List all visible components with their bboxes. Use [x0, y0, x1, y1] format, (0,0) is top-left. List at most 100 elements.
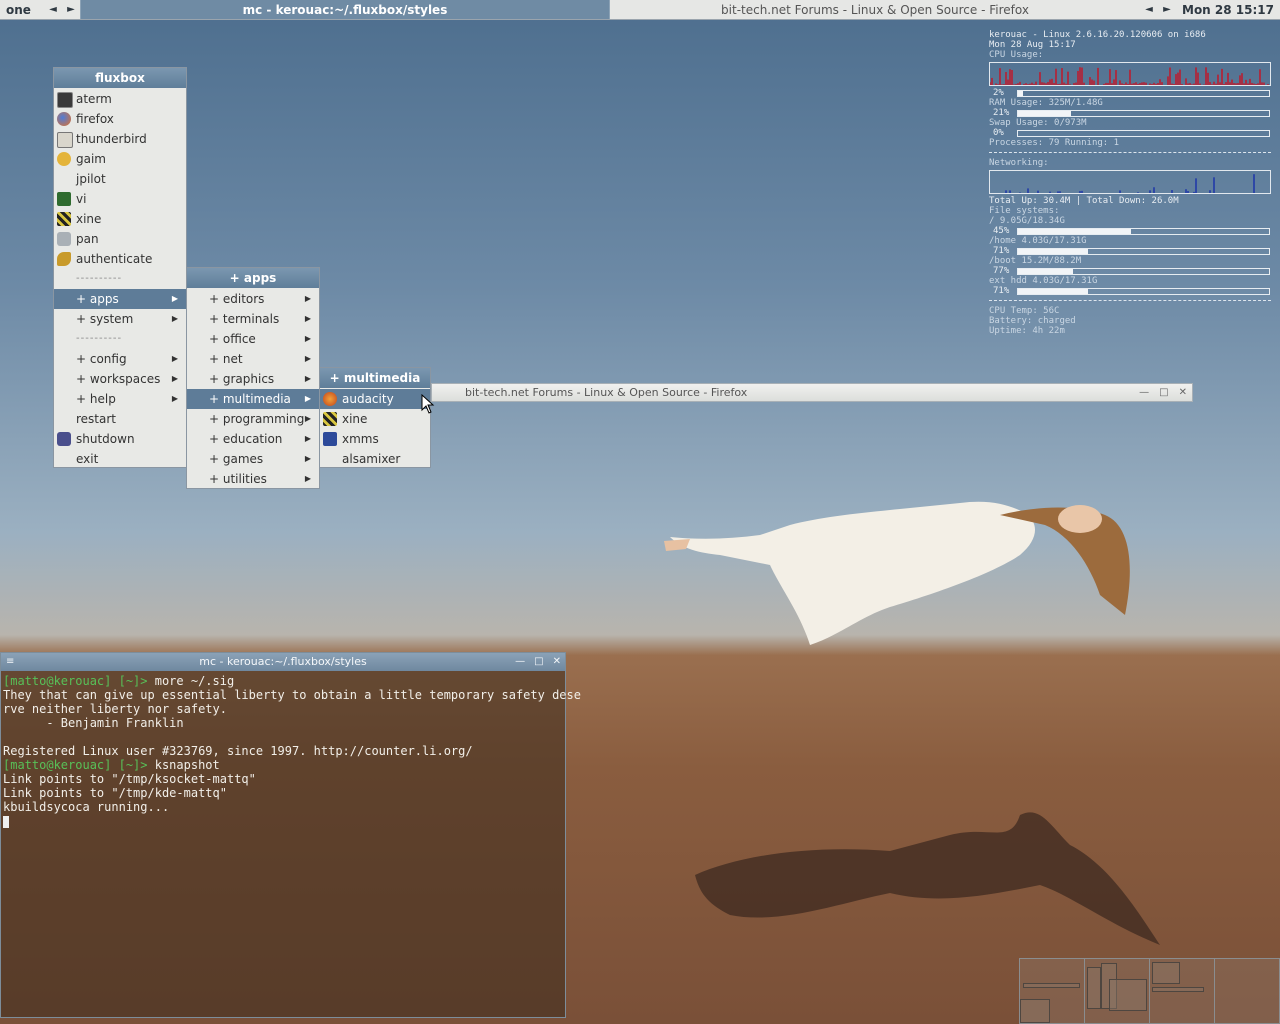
conky-net-label: Networking:	[989, 158, 1049, 168]
terminal-cursor-line	[3, 814, 563, 828]
conky-net-graph	[989, 170, 1271, 194]
menu-item-firefox-label: firefox	[76, 112, 114, 126]
conky-ram-row: 21%	[989, 108, 1271, 118]
submenu-arrow-icon: ▶	[171, 374, 178, 383]
terminal-line: They that can give up essential liberty …	[3, 688, 581, 702]
menu-item-jpilot-label: jpilot	[76, 172, 106, 186]
menu-item-aterm[interactable]: aterm	[54, 89, 186, 109]
menu-item-xine-mm-label: xine	[342, 412, 368, 426]
menu-item-education[interactable]: + education ▶	[187, 429, 319, 449]
menu-item-thunderbird[interactable]: thunderbird	[54, 129, 186, 149]
terminal-title: mc - kerouac:~/.fluxbox/styles	[199, 655, 367, 668]
menu-item-xine-mm[interactable]: xine	[320, 409, 430, 429]
pager-workspace-2[interactable]	[1085, 959, 1150, 1023]
menu-item-alsamixer[interactable]: alsamixer	[320, 449, 430, 469]
conky-processes: Processes: 79 Running: 1	[989, 138, 1120, 148]
firefox-window-titlebar[interactable]: bit-tech.net Forums - Linux & Open Sourc…	[431, 383, 1193, 402]
menu-item-net[interactable]: + net ▶	[187, 349, 319, 369]
terminal-titlebar[interactable]: ≡ mc - kerouac:~/.fluxbox/styles — □ ✕	[1, 653, 565, 671]
menu-item-multimedia[interactable]: + multimedia ▶	[187, 389, 319, 409]
terminal-line: Link points to "/tmp/kde-mattq"	[3, 786, 227, 800]
terminal-line: [matto@kerouac] [~]> ksnapshot	[3, 758, 563, 772]
conky-fs-root-pct: 45%	[993, 226, 1010, 236]
menu-item-audacity[interactable]: audacity	[320, 389, 430, 409]
submenu-arrow-icon: ▶	[171, 314, 178, 323]
menu-item-workspaces[interactable]: + workspaces ▶	[54, 369, 186, 389]
menu-item-exit-label: exit	[76, 452, 99, 466]
taskbar-item-firefox[interactable]: bit-tech.net Forums - Linux & Open Sourc…	[610, 0, 1140, 19]
workspace-prev-arrow-icon[interactable]: ◄	[44, 0, 62, 19]
menu-item-authenticate-label: authenticate	[76, 252, 153, 266]
menu-item-graphics[interactable]: + graphics ▶	[187, 369, 319, 389]
menu-item-system[interactable]: + system ▶	[54, 309, 186, 329]
pager-workspace-3[interactable]	[1150, 959, 1215, 1023]
pager-window-thumb	[1087, 967, 1101, 1009]
workspace-next-arrow-icon[interactable]: ►	[62, 0, 80, 19]
conky-swap-label: Swap Usage: 0/973M	[989, 118, 1087, 128]
menu-item-terminals[interactable]: + terminals ▶	[187, 309, 319, 329]
menu-item-vi[interactable]: vi	[54, 189, 186, 209]
window-next-arrow-icon[interactable]: ►	[1158, 0, 1176, 19]
minimize-icon[interactable]: —	[1139, 384, 1149, 401]
menu-item-jpilot[interactable]: jpilot	[54, 169, 186, 189]
menu-item-graphics-label: + graphics	[209, 372, 275, 386]
conky-fs-home-row: 71%	[989, 246, 1271, 256]
conky-swap-row: 0%	[989, 128, 1271, 138]
submenu-arrow-icon: ▶	[304, 314, 311, 323]
menu-item-utilities-label: + utilities	[209, 472, 267, 486]
maximize-icon[interactable]: □	[1159, 384, 1168, 401]
menu-item-xine[interactable]: xine	[54, 209, 186, 229]
conky-fs-boot-row: 77%	[989, 266, 1271, 276]
menu-item-apps-label: + apps	[76, 292, 119, 306]
menu-item-apps[interactable]: + apps ▶	[54, 289, 186, 309]
minimize-icon[interactable]: —	[515, 653, 525, 671]
menu-item-utilities[interactable]: + utilities ▶	[187, 469, 319, 489]
conky-host-line: kerouac - Linux 2.6.16.20.120606 on i686	[989, 30, 1206, 40]
conky-fs-root-label: / 9.05G/18.34G	[989, 216, 1065, 226]
menu-item-xmms[interactable]: xmms	[320, 429, 430, 449]
pager-window-thumb	[1152, 987, 1204, 992]
menu-item-help[interactable]: + help ▶	[54, 389, 186, 409]
submenu-arrow-icon: ▶	[304, 454, 311, 463]
close-icon[interactable]: ✕	[1179, 384, 1187, 401]
conky-cpu-temp: CPU Temp: 56C	[989, 306, 1060, 316]
submenu-arrow-icon: ▶	[171, 354, 178, 363]
menu-item-workspaces-label: + workspaces	[76, 372, 161, 386]
pager-workspace-4[interactable]	[1215, 959, 1279, 1023]
menu-item-net-label: + net	[209, 352, 243, 366]
window-menu-icon[interactable]: ≡	[6, 653, 14, 671]
terminal-window[interactable]: ≡ mc - kerouac:~/.fluxbox/styles — □ ✕ […	[0, 652, 581, 1018]
taskbar-item-terminal[interactable]: mc - kerouac:~/.fluxbox/styles	[80, 0, 610, 19]
menu-item-education-label: + education	[209, 432, 283, 446]
workspace-name[interactable]: one	[0, 0, 44, 19]
menu-item-office-label: + office	[209, 332, 256, 346]
menu-item-gaim[interactable]: gaim	[54, 149, 186, 169]
menu-item-config-label: + config	[76, 352, 127, 366]
window-prev-arrow-icon[interactable]: ◄	[1140, 0, 1158, 19]
menu-item-editors[interactable]: + editors ▶	[187, 289, 319, 309]
menu-item-editors-label: + editors	[209, 292, 265, 306]
close-icon[interactable]: ✕	[553, 653, 561, 671]
menu-item-config[interactable]: + config ▶	[54, 349, 186, 369]
menu-separator: ----------	[76, 273, 123, 284]
menu-item-programming[interactable]: + programming ▶	[187, 409, 319, 429]
menu-item-pan[interactable]: pan	[54, 229, 186, 249]
menu-item-games[interactable]: + games ▶	[187, 449, 319, 469]
conky-fs-home-label: /home 4.03G/17.31G	[989, 236, 1087, 246]
menu-item-xine-label: xine	[76, 212, 102, 226]
menu-item-office[interactable]: + office ▶	[187, 329, 319, 349]
firefox-icon	[57, 112, 71, 126]
menu-item-shutdown[interactable]: shutdown	[54, 429, 186, 449]
terminal-line: rve neither liberty nor safety.	[3, 702, 227, 716]
apps-menu-title: + apps	[187, 268, 319, 288]
maximize-icon[interactable]: □	[534, 653, 543, 671]
menu-item-firefox[interactable]: firefox	[54, 109, 186, 129]
menu-item-authenticate[interactable]: authenticate	[54, 249, 186, 269]
terminal-output[interactable]: [matto@kerouac] [~]> more ~/.sig They tha…	[1, 671, 581, 831]
pager-window-thumb	[1020, 999, 1050, 1023]
menu-item-restart[interactable]: restart	[54, 409, 186, 429]
conky-fs-ext-bar-fill	[1018, 288, 1089, 294]
pager-workspace-1[interactable]	[1020, 959, 1085, 1023]
menu-item-exit[interactable]: exit	[54, 449, 186, 469]
terminal-prompt: [matto@kerouac] [~]>	[3, 758, 148, 772]
